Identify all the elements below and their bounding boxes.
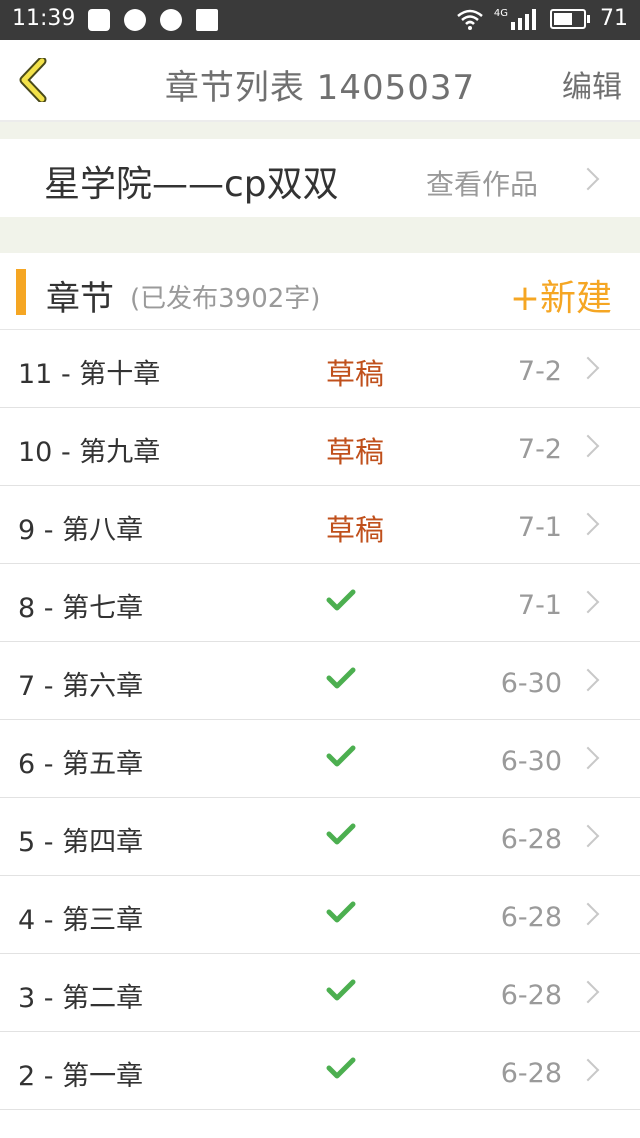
status-time: 11:39 (12, 6, 76, 31)
work-row[interactable]: 星学院——cp双双 查看作品 (0, 139, 640, 217)
section-accent-bar (16, 269, 26, 315)
chapter-title: 4 - 第三章 (18, 905, 144, 936)
chat-icon (124, 9, 146, 31)
chapter-row[interactable]: 6 - 第五章 6-30 (0, 720, 640, 798)
chapter-row[interactable]: 9 - 第八章 草稿 7-1 (0, 486, 640, 564)
chevron-right-icon (576, 590, 600, 614)
chevron-right-icon (576, 512, 600, 536)
chapter-title: 10 - 第九章 (18, 437, 161, 468)
chapter-row[interactable]: 7 - 第六章 6-30 (0, 642, 640, 720)
chapter-row[interactable]: 4 - 第三章 6-28 (0, 876, 640, 954)
chapter-title: 5 - 第四章 (18, 827, 144, 858)
chevron-right-icon (576, 434, 600, 458)
chevron-right-icon (576, 1058, 600, 1082)
chapter-date: 7-2 (517, 434, 562, 465)
chapter-row[interactable]: 3 - 第二章 6-28 (0, 954, 640, 1032)
chapter-date: 6-30 (500, 746, 562, 777)
chapter-title: 2 - 第一章 (18, 1061, 144, 1092)
published-check-icon (326, 745, 356, 767)
chevron-right-icon (576, 356, 600, 380)
published-word-count: (已发布3902字) (130, 284, 321, 314)
published-check-icon (326, 1057, 356, 1079)
chapter-row[interactable]: 8 - 第七章 7-1 (0, 564, 640, 642)
chevron-right-icon (576, 980, 600, 1004)
view-works-link[interactable]: 查看作品 (426, 163, 538, 203)
chapter-date: 7-1 (517, 590, 562, 621)
signal-icon (511, 8, 536, 30)
draft-status-label: 草稿 (326, 435, 385, 469)
chevron-right-icon (576, 167, 600, 191)
chapter-row[interactable]: 2 - 第一章 6-28 (0, 1032, 640, 1110)
battery-icon (550, 8, 590, 29)
status-bar: 11:39 4G 71 (0, 0, 640, 40)
battery-level: 71 (600, 6, 628, 31)
chevron-right-icon (576, 824, 600, 848)
published-check-icon (326, 667, 356, 689)
network-label: 4G (493, 8, 508, 19)
work-name: 星学院——cp双双 (44, 164, 339, 205)
wifi-icon (457, 9, 483, 30)
published-check-icon (326, 979, 356, 1001)
chapter-date: 6-28 (500, 824, 562, 855)
chevron-right-icon (576, 746, 600, 770)
section-title: 章节 (46, 279, 114, 319)
divider-gap (0, 122, 640, 139)
chapter-row[interactable]: 11 - 第十章 草稿 7-2 (0, 330, 640, 408)
new-chapter-button[interactable]: +新建 (510, 269, 612, 321)
chapter-row[interactable]: 5 - 第四章 6-28 (0, 798, 640, 876)
chapter-date: 6-28 (500, 902, 562, 933)
chapter-date: 7-2 (517, 356, 562, 387)
published-check-icon (326, 901, 356, 923)
chapter-date: 6-28 (500, 980, 562, 1011)
chapter-list: 11 - 第十章 草稿 7-2 10 - 第九章 草稿 7-2 9 - 第八章 草稿 7-1 8 … (0, 330, 640, 1110)
published-check-icon (326, 823, 356, 845)
chapter-title: 9 - 第八章 (18, 515, 144, 546)
nav-bar: 章节列表 1405037 编辑 (0, 40, 640, 122)
draft-status-label: 草稿 (326, 513, 385, 547)
chapter-date: 7-1 (517, 512, 562, 543)
draft-status-label: 草稿 (326, 357, 385, 391)
divider-gap (0, 217, 640, 253)
chapter-title: 6 - 第五章 (18, 749, 144, 780)
chapter-date: 6-30 (500, 668, 562, 699)
edit-button[interactable]: 编辑 (562, 62, 622, 106)
chapter-title: 7 - 第六章 (18, 671, 144, 702)
chevron-right-icon (576, 902, 600, 926)
chapter-title: 11 - 第十章 (18, 359, 161, 390)
notification-icon (88, 9, 110, 31)
chapter-section-header: 章节 (已发布3902字) +新建 (0, 253, 640, 330)
chapter-row[interactable]: 10 - 第九章 草稿 7-2 (0, 408, 640, 486)
news-icon (196, 9, 218, 31)
page-title: 章节列表 1405037 (164, 68, 476, 108)
published-check-icon (326, 589, 356, 611)
chapter-title: 8 - 第七章 (18, 593, 144, 624)
chapter-title: 3 - 第二章 (18, 983, 144, 1014)
user-icon (160, 9, 182, 31)
chevron-right-icon (576, 668, 600, 692)
chapter-date: 6-28 (500, 1058, 562, 1089)
